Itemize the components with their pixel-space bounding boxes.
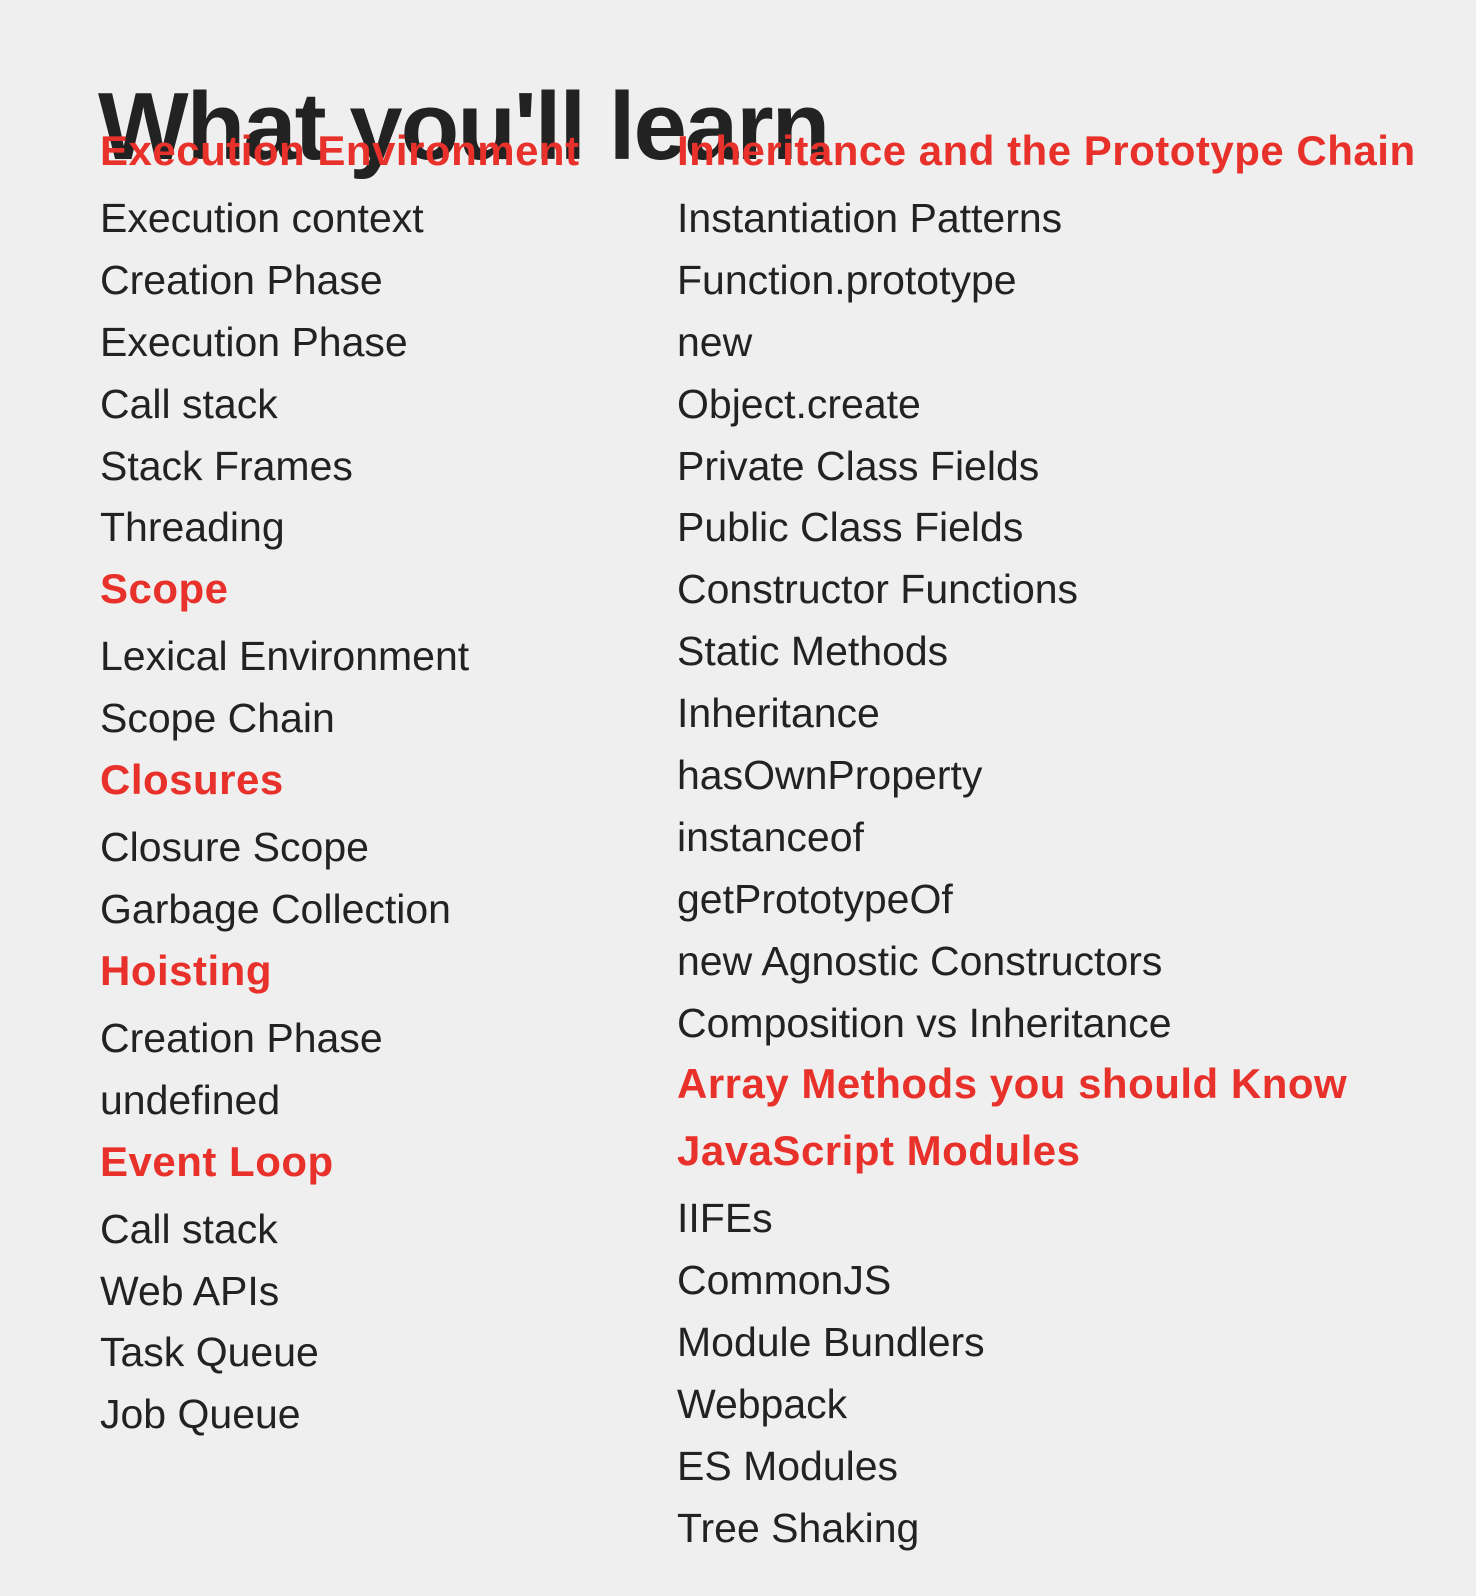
- topic-item: Call stack: [100, 380, 278, 427]
- section-title: Scope: [100, 565, 229, 613]
- topic-item: Static Methods: [677, 628, 949, 675]
- topic-item: getPrototypeOf: [677, 875, 953, 922]
- topic-item: Call stack: [100, 1205, 278, 1252]
- topic-item: new: [677, 318, 753, 365]
- topic-item: Private Class Fields: [677, 442, 1040, 489]
- topic-item: Job Queue: [100, 1391, 301, 1438]
- topic-item: Threading: [100, 504, 285, 551]
- topic-item: Creation Phase: [100, 1014, 383, 1061]
- topic-item: CommonJS: [677, 1257, 892, 1304]
- topic-section: Hoisting Creation Phase undefined: [100, 940, 660, 1131]
- right-column: Inheritance and the Prototype Chain Insta…: [677, 120, 1476, 1559]
- section-title: Event Loop: [100, 1137, 334, 1185]
- topic-item: undefined: [100, 1076, 281, 1123]
- section-title: Inheritance and the Prototype Chain: [677, 127, 1416, 174]
- topic-item: IIFEs: [677, 1195, 773, 1242]
- topic-item: Closure Scope: [100, 824, 369, 871]
- topic-section: Event Loop Call stack Web APIs Task Queue Jo…: [100, 1131, 660, 1446]
- topic-section: Inheritance and the Prototype Chain Insta…: [677, 120, 1476, 1053]
- topic-item: instanceof: [677, 813, 864, 860]
- section-title: Execution Environment: [100, 127, 580, 174]
- topic-item: Module Bundlers: [677, 1319, 985, 1366]
- topic-section: Array Methods you should Know: [677, 1053, 1476, 1120]
- topic-item: Web APIs: [100, 1267, 280, 1314]
- topic-item: Garbage Collection: [100, 886, 451, 933]
- topic-item: Instantiation Patterns: [677, 195, 1063, 241]
- topic-item: Webpack: [677, 1381, 848, 1428]
- topic-item: Execution context: [100, 195, 424, 241]
- topic-item: Inheritance: [677, 690, 880, 737]
- topic-item: ES Modules: [677, 1443, 899, 1490]
- topic-item: Tree Shaking: [677, 1504, 920, 1551]
- topic-item: Composition vs Inheritance: [677, 999, 1172, 1046]
- topic-item: Creation Phase: [100, 256, 383, 303]
- section-title: JavaScript Modules: [677, 1127, 1081, 1175]
- left-column: Execution Environment Execution context Cr…: [100, 120, 660, 1445]
- topic-item: Lexical Environment: [100, 633, 470, 680]
- section-title: Hoisting: [100, 946, 272, 994]
- section-title: Array Methods you should Know: [677, 1060, 1348, 1108]
- topic-item: Function.prototype: [677, 256, 1017, 303]
- topic-section: JavaScript Modules IIFEs CommonJS Module Bu…: [677, 1120, 1476, 1558]
- topic-section: Scope Lexical Environment Scope Chain: [100, 558, 660, 749]
- topic-item: Scope Chain: [100, 695, 335, 742]
- topic-item: Public Class Fields: [677, 504, 1024, 551]
- topic-section: Closures Closure Scope Garbage Collection: [100, 749, 660, 940]
- topic-item: hasOwnProperty: [677, 752, 983, 799]
- topic-item: Object.create: [677, 380, 921, 427]
- topic-item: Execution Phase: [100, 318, 408, 365]
- topic-item: new Agnostic Constructors: [677, 937, 1163, 984]
- topic-item: Constructor Functions: [677, 566, 1079, 613]
- topic-item: Task Queue: [100, 1329, 319, 1376]
- topic-item: Stack Frames: [100, 442, 353, 489]
- section-title: Closures: [100, 756, 284, 804]
- topic-section: Execution Environment Execution context Cr…: [100, 120, 660, 558]
